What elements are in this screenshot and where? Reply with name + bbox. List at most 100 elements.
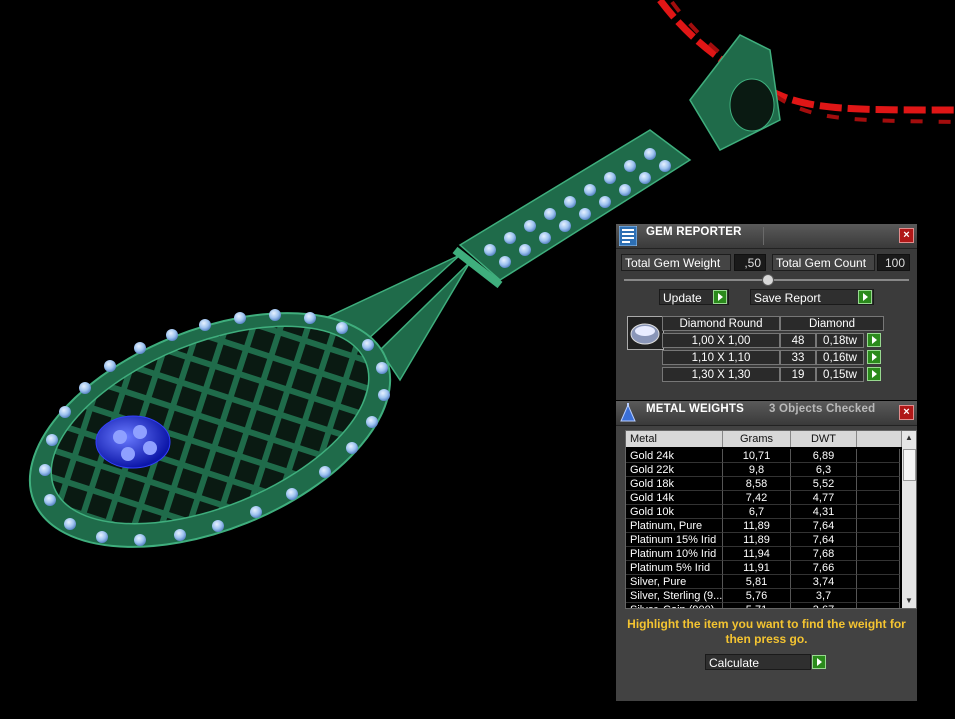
cell-dwt: 3,7 — [791, 589, 857, 603]
table-row[interactable]: Silver, Sterling (9... 5,76 3,7 — [626, 589, 900, 603]
column-header-grams[interactable]: Grams — [723, 431, 791, 447]
close-icon[interactable]: × — [899, 405, 914, 420]
cell-metal: Platinum 10% Irid — [626, 547, 723, 561]
table-row[interactable]: Silver, Coin (900)5,713,67 — [626, 603, 900, 608]
titlebar-separator — [763, 227, 894, 245]
cell-grams: 11,89 — [723, 519, 791, 533]
bail — [689, 34, 781, 151]
gem-header-shape: Diamond Round — [662, 316, 780, 331]
gem-slider[interactable] — [624, 274, 909, 286]
gem-reporter-titlebar[interactable]: GEM REPORTER × — [616, 224, 917, 249]
instruction-text: Highlight the item you want to find the … — [627, 617, 906, 646]
cell-grams: 10,71 — [723, 449, 791, 463]
cell-dwt: 7,68 — [791, 547, 857, 561]
gem-row-size[interactable]: 1,10 X 1,10 — [662, 350, 780, 365]
cell-empty — [857, 449, 900, 463]
table-row[interactable]: Platinum 10% Irid 11,94 7,68 — [626, 547, 900, 561]
scrollbar[interactable]: ▲ ▼ — [902, 431, 916, 608]
cell-metal: Gold 18k — [626, 477, 723, 491]
cell-dwt: 7,66 — [791, 561, 857, 575]
cell-empty — [857, 533, 900, 547]
gem-row-count[interactable]: 48 — [780, 333, 816, 348]
total-gem-count-label: Total Gem Count — [772, 254, 875, 271]
gem-report-icon — [619, 226, 637, 246]
column-header-dwt[interactable]: DWT — [791, 431, 857, 447]
metal-weights-panel: METAL WEIGHTS 3 Objects Checked × Metal … — [616, 401, 917, 701]
update-arrow-icon[interactable] — [713, 290, 727, 304]
cell-grams: 5,71 — [723, 603, 791, 608]
cell-metal: Platinum 5% Irid — [626, 561, 723, 575]
objects-checked-status: 3 Objects Checked — [769, 403, 876, 415]
table-row[interactable]: Gold 18k 8,58 5,52 — [626, 477, 900, 491]
table-row[interactable]: Platinum, Pure 11,89 7,64 — [626, 519, 900, 533]
calculate-arrow-icon[interactable] — [812, 655, 826, 669]
cell-metal: Gold 24k — [626, 449, 723, 463]
cell-dwt: 4,77 — [791, 491, 857, 505]
cell-empty — [857, 547, 900, 561]
gem-row-weight[interactable]: 0,15tw — [816, 367, 864, 382]
save-report-arrow-icon[interactable] — [858, 290, 872, 304]
total-gem-weight-label: Total Gem Weight — [621, 254, 731, 271]
table-row[interactable]: Gold 22k 9,8 6,3 — [626, 463, 900, 477]
cell-dwt: 6,89 — [791, 449, 857, 463]
cell-dwt: 7,64 — [791, 519, 857, 533]
gem-row-count[interactable]: 33 — [780, 350, 816, 365]
cell-dwt: 4,31 — [791, 505, 857, 519]
update-label: Update — [663, 291, 702, 305]
column-header-metal[interactable]: Metal — [626, 431, 723, 447]
calculate-button[interactable]: Calculate — [705, 654, 811, 670]
table-row[interactable]: Gold 10k 6,7 4,31 — [626, 505, 900, 519]
table-row[interactable]: Platinum 5% Irid 11,91 7,66 — [626, 561, 900, 575]
gem-row-weight[interactable]: 0,18tw — [816, 333, 864, 348]
table-row[interactable]: Gold 14k 7,42 4,77 — [626, 491, 900, 505]
cell-grams: 11,89 — [723, 533, 791, 547]
gem-row-arrow-icon[interactable] — [867, 333, 881, 347]
gem-row-count[interactable]: 19 — [780, 367, 816, 382]
cell-empty — [857, 561, 900, 575]
cell-metal: Silver, Pure — [626, 575, 723, 589]
slider-knob[interactable] — [761, 274, 774, 286]
cell-empty — [857, 519, 900, 533]
table-row[interactable]: Silver, Pure 5,81 3,74 — [626, 575, 900, 589]
cell-dwt: 3,67 — [791, 603, 857, 608]
gem-reporter-panel: GEM REPORTER × Total Gem Weight ,50 Tota… — [616, 224, 917, 400]
cell-metal: Silver, Coin (900) — [626, 603, 723, 608]
cell-grams: 5,76 — [723, 589, 791, 603]
metal-list[interactable]: Metal Grams DWT Gold 24k 10,71 6,89 Gold 22… — [625, 430, 917, 609]
cell-dwt: 7,64 — [791, 533, 857, 547]
cell-empty — [857, 491, 900, 505]
cell-grams: 11,94 — [723, 547, 791, 561]
scroll-up-icon[interactable]: ▲ — [902, 431, 916, 445]
cell-empty — [857, 477, 900, 491]
close-icon[interactable]: × — [899, 228, 914, 243]
cell-metal: Gold 10k — [626, 505, 723, 519]
cell-empty — [857, 603, 900, 608]
cell-dwt: 5,52 — [791, 477, 857, 491]
cell-metal: Platinum, Pure — [626, 519, 723, 533]
gem-reporter-title: GEM REPORTER — [646, 226, 742, 238]
gem-row-size[interactable]: 1,00 X 1,00 — [662, 333, 780, 348]
cell-metal: Silver, Sterling (9... — [626, 589, 723, 603]
cell-empty — [857, 575, 900, 589]
gem-row-weight[interactable]: 0,16tw — [816, 350, 864, 365]
scroll-thumb[interactable] — [903, 449, 916, 481]
gem-row-size[interactable]: 1,30 X 1,30 — [662, 367, 780, 382]
cell-metal: Platinum 15% Irid — [626, 533, 723, 547]
gem-row-arrow-icon[interactable] — [867, 367, 881, 381]
cell-grams: 9,8 — [723, 463, 791, 477]
gem-header-type: Diamond — [780, 316, 884, 331]
save-report-button[interactable]: Save Report — [750, 289, 874, 305]
table-row[interactable]: Platinum 15% Irid 11,89 7,64 — [626, 533, 900, 547]
cell-empty — [857, 505, 900, 519]
cell-grams: 8,58 — [723, 477, 791, 491]
total-gem-weight-value: ,50 — [734, 254, 766, 271]
cell-dwt: 3,74 — [791, 575, 857, 589]
table-row[interactable]: Gold 24k 10,71 6,89 — [626, 449, 900, 463]
cell-dwt: 6,3 — [791, 463, 857, 477]
gem-row-arrow-icon[interactable] — [867, 350, 881, 364]
scroll-down-icon[interactable]: ▼ — [902, 594, 916, 608]
column-header-empty — [857, 431, 902, 447]
cell-grams: 11,91 — [723, 561, 791, 575]
metal-weights-titlebar[interactable]: METAL WEIGHTS 3 Objects Checked × — [616, 401, 917, 426]
cell-grams: 5,81 — [723, 575, 791, 589]
